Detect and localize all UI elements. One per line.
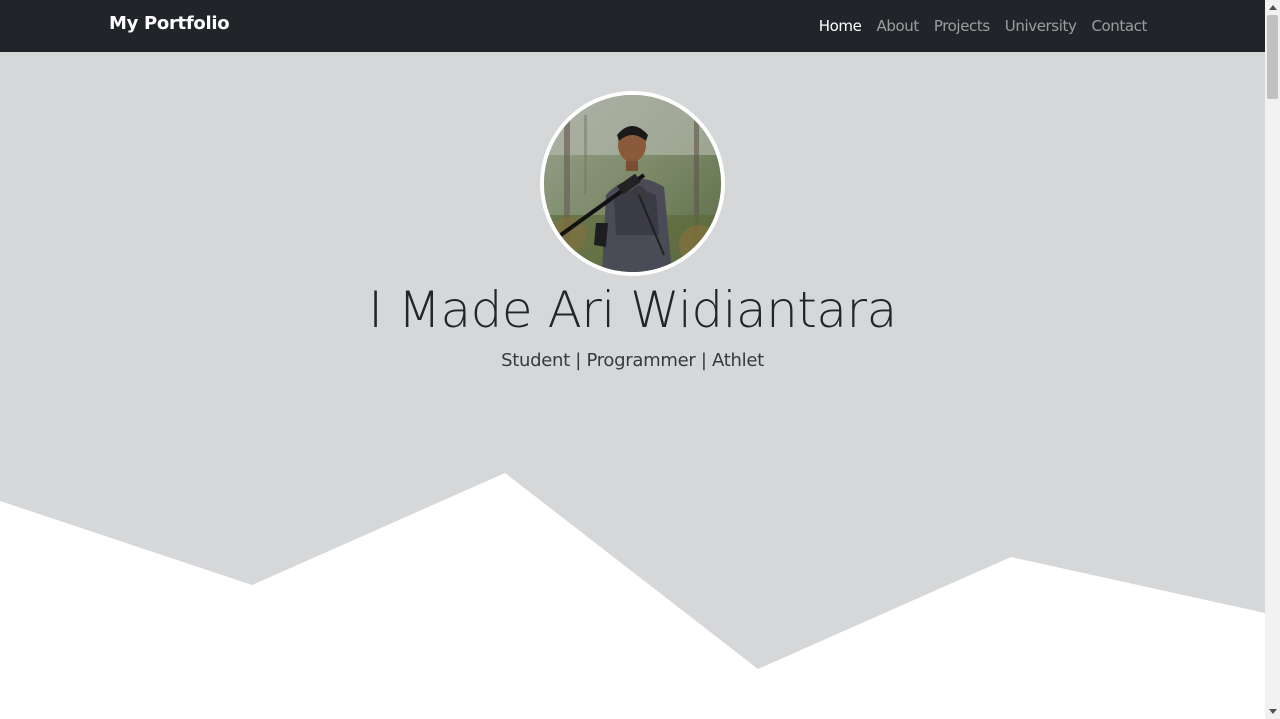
- scroll-down-icon[interactable]: [1265, 704, 1280, 719]
- brand-link[interactable]: My Portfolio: [109, 13, 230, 34]
- profile-photo: [544, 95, 721, 272]
- nav-links: Home About Projects University Contact: [819, 17, 1148, 35]
- navbar: My Portfolio Home About Projects Univers…: [0, 0, 1265, 52]
- nav-link-projects[interactable]: Projects: [934, 17, 990, 35]
- scroll-up-icon[interactable]: [1265, 0, 1280, 15]
- nav-link-about[interactable]: About: [876, 17, 919, 35]
- profile-avatar: [540, 91, 725, 276]
- page-scrollbar[interactable]: [1265, 0, 1280, 719]
- nav-link-home[interactable]: Home: [819, 17, 862, 35]
- hero-name: I Made Ari Widiantara: [368, 281, 897, 339]
- scrollbar-thumb[interactable]: [1267, 15, 1278, 99]
- nav-link-contact[interactable]: Contact: [1091, 17, 1147, 35]
- hero-tagline: Student | Programmer | Athlet: [501, 350, 764, 371]
- nav-link-university[interactable]: University: [1005, 17, 1077, 35]
- hero-section: I Made Ari Widiantara Student | Programm…: [0, 52, 1265, 719]
